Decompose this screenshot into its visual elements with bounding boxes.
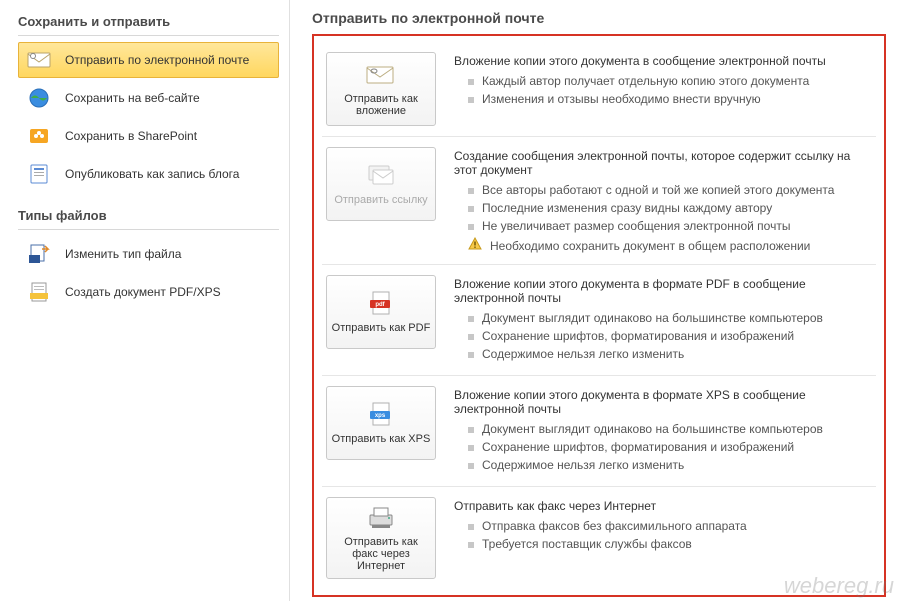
change-filetype-icon bbox=[27, 242, 51, 266]
warning-row: Необходимо сохранить документ в общем ра… bbox=[454, 237, 872, 254]
bullet-item: Все авторы работают с одной и той же коп… bbox=[468, 183, 872, 197]
description-heading: Вложение копии этого документа в формате… bbox=[454, 277, 872, 305]
option-description: Вложение копии этого документа в сообщен… bbox=[454, 52, 872, 110]
description-heading: Вложение копии этого документа в формате… bbox=[454, 388, 872, 416]
bullet-item: Не увеличивает размер сообщения электрон… bbox=[468, 219, 872, 233]
option-send-link: Отправить ссылку Создание сообщения элек… bbox=[322, 137, 876, 265]
bullet-item: Сохранение шрифтов, форматирования и изо… bbox=[468, 329, 872, 343]
button-label: Отправить как факс через Интернет bbox=[331, 536, 431, 572]
svg-text:xps: xps bbox=[375, 413, 386, 419]
sidebar-item-save-sharepoint[interactable]: Сохранить в SharePoint bbox=[18, 118, 279, 154]
sidebar-item-create-pdf-xps[interactable]: Создать документ PDF/XPS bbox=[18, 274, 279, 310]
sidebar-item-change-filetype[interactable]: Изменить тип файла bbox=[18, 236, 279, 272]
description-heading: Отправить как факс через Интернет bbox=[454, 499, 872, 513]
option-description: Вложение копии этого документа в формате… bbox=[454, 386, 872, 476]
description-heading: Вложение копии этого документа в сообщен… bbox=[454, 54, 872, 68]
option-description: Создание сообщения электронной почты, ко… bbox=[454, 147, 872, 254]
main-panel: Отправить по электронной почте Отправить… bbox=[290, 0, 900, 601]
bullet-item: Содержимое нельзя легко изменить bbox=[468, 458, 872, 472]
xps-icon: xps bbox=[365, 401, 397, 429]
send-fax-button[interactable]: Отправить как факс через Интернет bbox=[326, 497, 436, 579]
sidebar-item-publish-blog[interactable]: Опубликовать как запись блога bbox=[18, 156, 279, 192]
pdf-xps-icon bbox=[27, 280, 51, 304]
main-title: Отправить по электронной почте bbox=[312, 10, 886, 26]
envelope-attach-icon bbox=[365, 61, 397, 89]
bullet-item: Содержимое нельзя легко изменить bbox=[468, 347, 872, 361]
sidebar-item-label: Изменить тип файла bbox=[65, 247, 181, 261]
svg-text:pdf: pdf bbox=[375, 302, 385, 308]
button-label: Отправить как PDF bbox=[332, 322, 431, 334]
option-description: Отправить как факс через Интернет Отправ… bbox=[454, 497, 872, 555]
bullet-item: Последние изменения сразу видны каждому … bbox=[468, 201, 872, 215]
sidebar-section-file-types: Типы файлов bbox=[18, 204, 279, 230]
bullet-item: Документ выглядит одинаково на большинст… bbox=[468, 311, 872, 325]
sidebar-item-label: Сохранить в SharePoint bbox=[65, 129, 197, 143]
sharepoint-icon bbox=[27, 124, 51, 148]
button-label: Отправить как вложение bbox=[331, 93, 431, 117]
option-send-fax: Отправить как факс через Интернет Отправ… bbox=[322, 487, 876, 589]
sidebar-item-label: Опубликовать как запись блога bbox=[65, 167, 239, 181]
envelope-icon bbox=[27, 48, 51, 72]
sidebar-item-label: Создать документ PDF/XPS bbox=[65, 285, 221, 299]
bullet-item: Каждый автор получает отдельную копию эт… bbox=[468, 74, 872, 88]
bullet-item: Сохранение шрифтов, форматирования и изо… bbox=[468, 440, 872, 454]
send-attachment-button[interactable]: Отправить как вложение bbox=[326, 52, 436, 126]
sidebar-item-label: Сохранить на веб-сайте bbox=[65, 91, 200, 105]
option-description: Вложение копии этого документа в формате… bbox=[454, 275, 872, 365]
description-heading: Создание сообщения электронной почты, ко… bbox=[454, 149, 872, 177]
bullet-item: Изменения и отзывы необходимо внести вру… bbox=[468, 92, 872, 106]
option-send-xps: xps Отправить как XPS Вложение копии это… bbox=[322, 376, 876, 487]
bullet-item: Отправка факсов без факсимильного аппара… bbox=[468, 519, 872, 533]
sidebar-item-send-email[interactable]: Отправить по электронной почте bbox=[18, 42, 279, 78]
blog-icon bbox=[27, 162, 51, 186]
button-label: Отправить как XPS bbox=[332, 433, 431, 445]
button-label: Отправить ссылку bbox=[334, 194, 427, 206]
send-email-panel: Отправить как вложение Вложение копии эт… bbox=[312, 34, 886, 597]
send-xps-button[interactable]: xps Отправить как XPS bbox=[326, 386, 436, 460]
option-send-attachment: Отправить как вложение Вложение копии эт… bbox=[322, 42, 876, 137]
bullet-item: Документ выглядит одинаково на большинст… bbox=[468, 422, 872, 436]
warning-icon bbox=[468, 237, 482, 254]
warning-text: Необходимо сохранить документ в общем ра… bbox=[490, 239, 810, 253]
sidebar-item-label: Отправить по электронной почте bbox=[65, 53, 249, 67]
fax-icon bbox=[365, 504, 397, 532]
bullet-item: Требуется поставщик службы факсов bbox=[468, 537, 872, 551]
option-send-pdf: pdf Отправить как PDF Вложение копии это… bbox=[322, 265, 876, 376]
sidebar-item-save-web[interactable]: Сохранить на веб-сайте bbox=[18, 80, 279, 116]
sidebar-section-save-send: Сохранить и отправить bbox=[18, 10, 279, 36]
send-link-button: Отправить ссылку bbox=[326, 147, 436, 221]
pdf-icon: pdf bbox=[365, 290, 397, 318]
sidebar: Сохранить и отправить Отправить по элект… bbox=[0, 0, 290, 601]
send-pdf-button[interactable]: pdf Отправить как PDF bbox=[326, 275, 436, 349]
globe-icon bbox=[27, 86, 51, 110]
envelope-link-icon bbox=[365, 162, 397, 190]
